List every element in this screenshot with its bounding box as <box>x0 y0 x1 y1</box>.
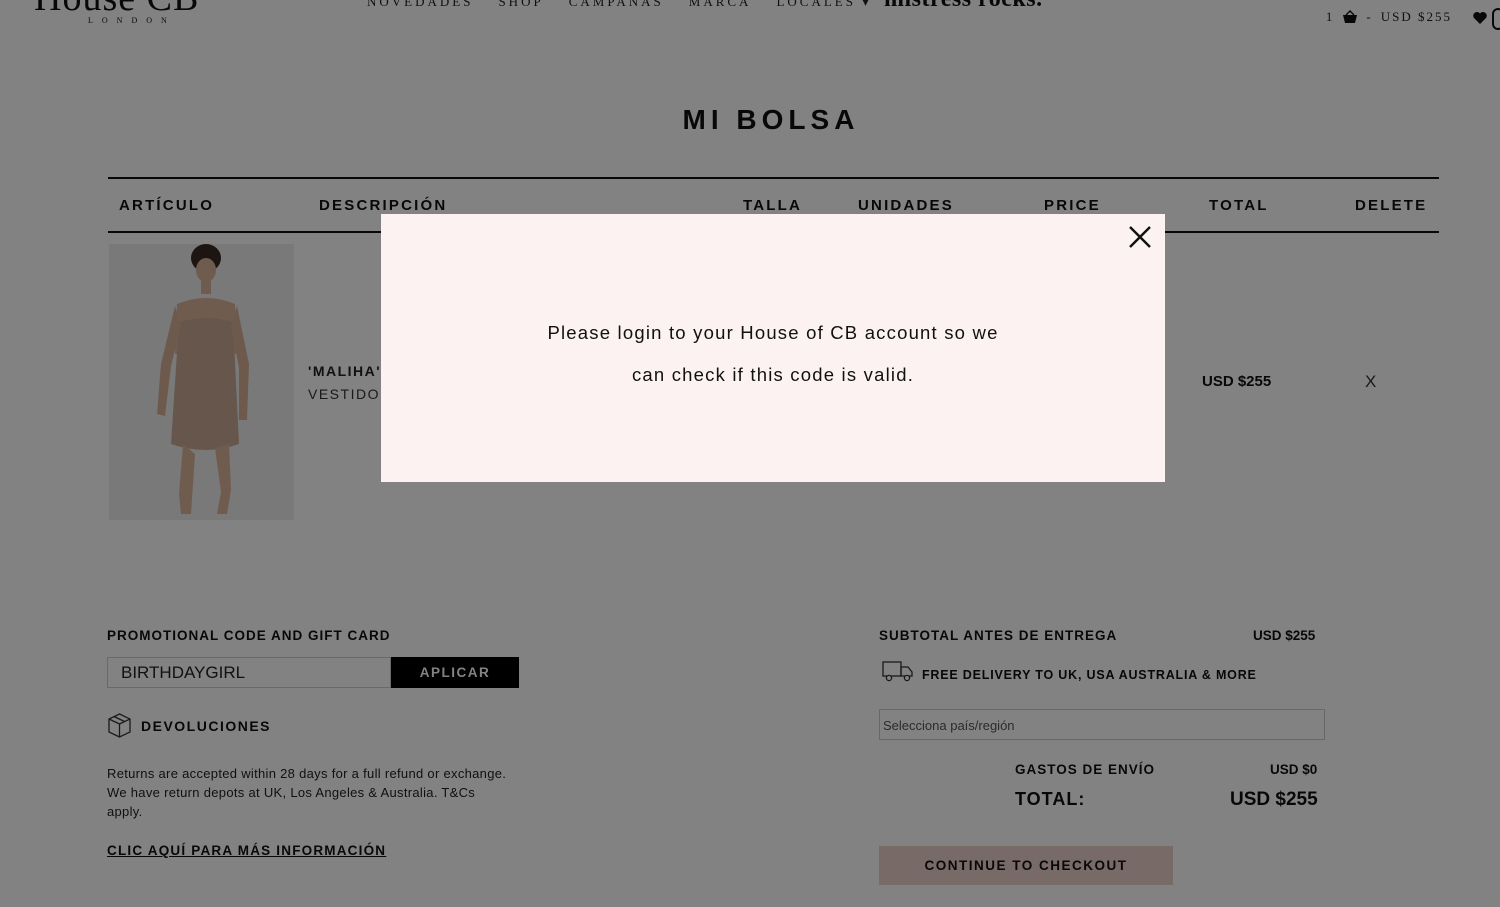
login-required-modal: Please login to your House of CB account… <box>381 214 1165 482</box>
cart-page: House CB LONDON NOVEDADES SHOP CAMPAÑAS … <box>0 0 1500 907</box>
modal-message-line-1: Please login to your House of CB account… <box>547 322 999 343</box>
close-icon[interactable] <box>1127 224 1153 250</box>
modal-message: Please login to your House of CB account… <box>381 312 1165 396</box>
modal-message-line-2: can check if this code is valid. <box>631 364 915 385</box>
